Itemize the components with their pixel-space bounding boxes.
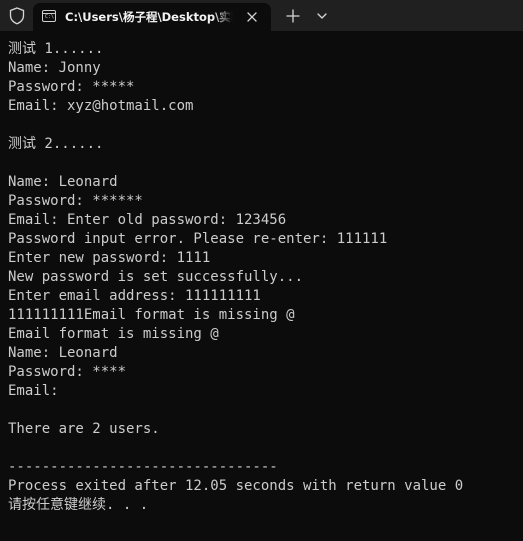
console-line: Enter new password: 1111 [8, 250, 211, 266]
console-line: 测试 2...... [8, 136, 104, 152]
plus-icon[interactable] [282, 5, 304, 27]
console-line: 请按任意键继续. . . [8, 497, 149, 513]
console-line: Email: Enter old password: 123456 [8, 212, 287, 228]
console-line: Password input error. Please re-enter: 1… [8, 231, 388, 247]
title-bar: C:\ C:\Users\杨子程\Desktop\实验 [0, 0, 523, 31]
terminal-icon-label: C:\ [45, 14, 55, 20]
console-line: Password: ****** [8, 193, 143, 209]
console-line: Enter email address: 111111111 [8, 288, 261, 304]
console-line: -------------------------------- [8, 459, 278, 475]
tab-terminal[interactable]: C:\ C:\Users\杨子程\Desktop\实验 [33, 3, 271, 31]
tab-title: C:\Users\杨子程\Desktop\实验 [65, 10, 233, 24]
console-line: Process exited after 12.05 seconds with … [8, 478, 464, 494]
terminal-icon: C:\ [42, 10, 56, 22]
console-line: New password is set successfully... [8, 269, 304, 285]
console-line: Email format is missing @ [8, 326, 219, 342]
close-icon[interactable] [243, 8, 261, 26]
console-line: Password: **** [8, 364, 127, 380]
shield-icon [9, 7, 25, 25]
console-line: 111111111Email format is missing @ [8, 307, 295, 323]
chevron-down-icon[interactable] [312, 6, 332, 26]
console-line: Name: Leonard [8, 345, 118, 361]
console-line: 测试 1...... [8, 41, 104, 57]
console-line: Password: ***** [8, 79, 135, 95]
console-line: Name: Jonny [8, 60, 101, 76]
terminal-window: C:\ C:\Users\杨子程\Desktop\实验 测试 1...... N… [0, 0, 523, 541]
console-line: Email: xyz@hotmail.com [8, 98, 194, 114]
console-line: Name: Leonard [8, 174, 118, 190]
console-line: Email: [8, 383, 59, 399]
console-line: There are 2 users. [8, 421, 160, 437]
console-output[interactable]: 测试 1...... Name: Jonny Password: ***** E… [8, 40, 520, 515]
